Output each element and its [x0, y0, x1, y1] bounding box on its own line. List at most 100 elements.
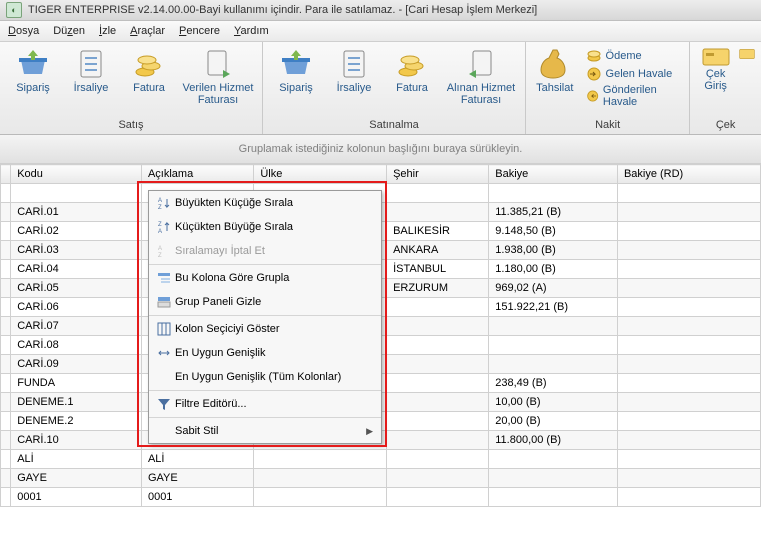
cell[interactable]: 9.148,50 (B)	[489, 222, 618, 241]
cell[interactable]: 151.922,21 (B)	[489, 298, 618, 317]
cell[interactable]: BALIKESİR	[387, 222, 489, 241]
cell[interactable]	[617, 488, 760, 507]
nakit-gonderilen-havale-button[interactable]: Gönderilen Havale	[586, 84, 680, 108]
cell[interactable]	[617, 393, 760, 412]
cell[interactable]	[617, 450, 760, 469]
cm-hide-group-panel[interactable]: Grup Paneli Gizle	[149, 290, 381, 314]
cm-column-chooser[interactable]: Kolon Seçiciyi Göster	[149, 317, 381, 341]
cell[interactable]: GAYE	[11, 469, 142, 488]
cell[interactable]	[489, 336, 618, 355]
col-aciklama[interactable]: Açıklama	[141, 165, 253, 184]
cell[interactable]	[617, 336, 760, 355]
cell[interactable]: 20,00 (B)	[489, 412, 618, 431]
cell[interactable]	[617, 222, 760, 241]
cell[interactable]: CARİ.05	[11, 279, 142, 298]
cek-extra-button[interactable]	[737, 44, 757, 60]
cell[interactable]: 11.800,00 (B)	[489, 431, 618, 450]
cell[interactable]	[489, 184, 618, 203]
cm-group-by[interactable]: Bu Kolona Göre Grupla	[149, 266, 381, 290]
row-indicator[interactable]	[1, 374, 11, 393]
cell[interactable]	[617, 203, 760, 222]
cell[interactable]	[387, 488, 489, 507]
cell[interactable]	[387, 450, 489, 469]
satis-fatura-button[interactable]: Fatura	[120, 44, 178, 98]
cell[interactable]: 0001	[141, 488, 253, 507]
satinalma-irsaliye-button[interactable]: İrsaliye	[325, 44, 383, 98]
cell[interactable]	[489, 488, 618, 507]
cell[interactable]	[489, 355, 618, 374]
cell[interactable]: 969,02 (A)	[489, 279, 618, 298]
cell[interactable]: 238,49 (B)	[489, 374, 618, 393]
cell[interactable]	[617, 431, 760, 450]
row-indicator[interactable]	[1, 431, 11, 450]
cell[interactable]: CARİ.01	[11, 203, 142, 222]
cell[interactable]	[617, 298, 760, 317]
cell[interactable]: ALİ	[141, 450, 253, 469]
cell[interactable]	[617, 279, 760, 298]
cell[interactable]	[387, 412, 489, 431]
cell[interactable]: CARİ.03	[11, 241, 142, 260]
row-indicator[interactable]	[1, 393, 11, 412]
cell[interactable]: GAYE	[141, 469, 253, 488]
cell[interactable]: 11.385,21 (B)	[489, 203, 618, 222]
cell[interactable]: 0001	[11, 488, 142, 507]
cell[interactable]	[254, 450, 387, 469]
menu-izle[interactable]: İzle	[99, 25, 116, 37]
cell[interactable]: 1.938,00 (B)	[489, 241, 618, 260]
cell[interactable]: ERZURUM	[387, 279, 489, 298]
cell[interactable]	[387, 336, 489, 355]
cell[interactable]	[387, 469, 489, 488]
cell[interactable]: FUNDA	[11, 374, 142, 393]
row-indicator[interactable]	[1, 355, 11, 374]
cell[interactable]	[617, 374, 760, 393]
nakit-gelen-havale-button[interactable]: Gelen Havale	[586, 66, 680, 82]
row-indicator[interactable]	[1, 298, 11, 317]
cell[interactable]: CARİ.09	[11, 355, 142, 374]
cell[interactable]	[489, 450, 618, 469]
satinalma-siparis-button[interactable]: Sipariş	[267, 44, 325, 98]
satis-verilen-hizmet-button[interactable]: Verilen Hizmet Faturası	[178, 44, 258, 110]
cell[interactable]	[617, 355, 760, 374]
table-row[interactable]: GAYEGAYE	[1, 469, 761, 488]
row-indicator[interactable]	[1, 279, 11, 298]
cell[interactable]: CARİ.06	[11, 298, 142, 317]
menu-duzen[interactable]: Düzen	[53, 25, 85, 37]
satinalma-fatura-button[interactable]: Fatura	[383, 44, 441, 98]
cell[interactable]	[617, 184, 760, 203]
cm-best-fit[interactable]: En Uygun Genişlik	[149, 341, 381, 365]
cell[interactable]	[617, 241, 760, 260]
cell[interactable]	[617, 317, 760, 336]
cm-best-fit-all[interactable]: En Uygun Genişlik (Tüm Kolonlar)	[149, 365, 381, 389]
cell[interactable]: DENEME.1	[11, 393, 142, 412]
cm-fixed-style[interactable]: Sabit Stil ▶	[149, 419, 381, 443]
col-bakiye[interactable]: Bakiye	[489, 165, 618, 184]
row-indicator[interactable]	[1, 260, 11, 279]
cm-sort-desc[interactable]: AZ Büyükten Küçüğe Sırala	[149, 191, 381, 215]
cell[interactable]: İSTANBUL	[387, 260, 489, 279]
col-ulke[interactable]: Ülke	[254, 165, 387, 184]
table-row[interactable]: 00010001	[1, 488, 761, 507]
menu-dosya[interactable]: Dosya	[8, 25, 39, 37]
cell[interactable]: CARİ.02	[11, 222, 142, 241]
cell[interactable]	[489, 317, 618, 336]
cell[interactable]	[11, 184, 142, 203]
cell[interactable]	[617, 412, 760, 431]
cell[interactable]: CARİ.08	[11, 336, 142, 355]
col-bakiye-rd[interactable]: Bakiye (RD)	[617, 165, 760, 184]
cm-filter-editor[interactable]: Filtre Editörü...	[149, 392, 381, 416]
cell[interactable]	[387, 374, 489, 393]
cell[interactable]: CARİ.04	[11, 260, 142, 279]
row-indicator[interactable]	[1, 222, 11, 241]
row-indicator[interactable]	[1, 488, 11, 507]
table-row[interactable]: ALİALİ	[1, 450, 761, 469]
cell[interactable]	[387, 355, 489, 374]
row-indicator[interactable]	[1, 469, 11, 488]
cek-giris-button[interactable]: Çek Giriş	[694, 44, 737, 92]
row-indicator[interactable]	[1, 184, 11, 203]
row-indicator[interactable]	[1, 317, 11, 336]
cell[interactable]	[387, 184, 489, 203]
nakit-odeme-button[interactable]: Ödeme	[586, 48, 680, 64]
row-indicator[interactable]	[1, 412, 11, 431]
col-spacer[interactable]	[1, 165, 11, 184]
satinalma-alinan-hizmet-button[interactable]: Alınan Hizmet Faturası	[441, 44, 521, 110]
